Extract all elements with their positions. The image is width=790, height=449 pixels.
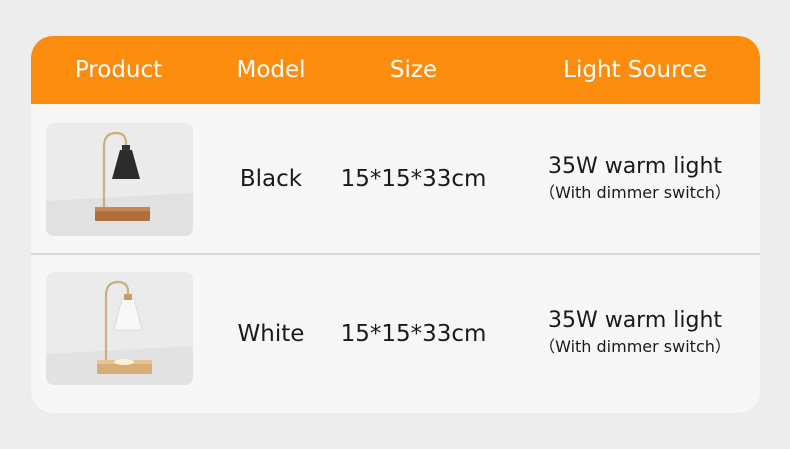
light-sub-text: （With dimmer switch）: [539, 337, 731, 356]
table-row: White 15*15*33cm 35W warm light （With di…: [31, 254, 760, 413]
white-lamp-icon: [46, 272, 193, 385]
light-source-cell: 35W warm light （With dimmer switch）: [519, 152, 751, 204]
spec-table-card: Product Model Size Light Source Black 15…: [31, 36, 760, 413]
product-image-white: [46, 272, 193, 385]
model-cell: Black: [239, 165, 303, 192]
header-light-source: Light Source: [563, 57, 707, 83]
table-header: Product Model Size Light Source: [31, 36, 760, 104]
header-product: Product: [74, 57, 163, 83]
table-row: Black 15*15*33cm 35W warm light （With di…: [31, 104, 760, 253]
model-cell: White: [237, 320, 305, 347]
light-main-text: 35W warm light: [547, 154, 723, 179]
product-image-black: [46, 123, 193, 236]
size-cell: 15*15*33cm: [340, 165, 487, 192]
header-model: Model: [236, 57, 306, 83]
size-cell: 15*15*33cm: [340, 320, 487, 347]
black-lamp-icon: [46, 123, 193, 236]
light-source-cell: 35W warm light （With dimmer switch）: [519, 306, 751, 358]
light-sub-text: （With dimmer switch）: [539, 183, 731, 202]
light-main-text: 35W warm light: [547, 308, 723, 333]
header-size: Size: [389, 57, 438, 83]
